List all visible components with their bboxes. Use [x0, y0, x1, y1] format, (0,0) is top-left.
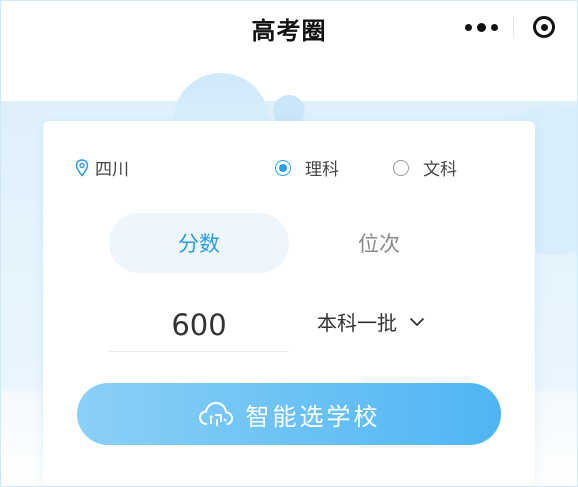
- radio-science-label: 理科: [305, 160, 339, 180]
- cloud-icon: [198, 401, 233, 426]
- map-pin-icon: [75, 158, 89, 177]
- radio-unchecked-icon: [393, 159, 409, 176]
- radio-arts-label: 文科: [423, 160, 457, 180]
- province-selector[interactable]: 四川: [75, 155, 129, 180]
- tab-score[interactable]: 分数: [109, 213, 289, 273]
- radio-checked-icon: [275, 159, 291, 176]
- chevron-down-icon: [409, 317, 425, 326]
- capsule-divider: [513, 17, 514, 37]
- province-label: 四川: [95, 160, 129, 180]
- score-value: 600: [171, 308, 227, 342]
- more-dots-icon[interactable]: [453, 9, 509, 45]
- score-input[interactable]: 600: [109, 299, 289, 352]
- batch-value: 本科一批: [317, 311, 397, 335]
- app-frame: 高考圈 四川 理科 文科 分数 位次 600 本科一批 智能选学校: [0, 0, 578, 487]
- search-card: 四川 理科 文科 分数 位次 600 本科一批 智能选学校: [43, 121, 535, 486]
- miniprogram-close-icon[interactable]: [521, 9, 567, 45]
- smart-select-label: 智能选学校: [245, 402, 381, 431]
- radio-science[interactable]: 理科: [275, 155, 339, 180]
- batch-dropdown[interactable]: 本科一批: [317, 307, 425, 336]
- tab-score-label: 分数: [178, 232, 220, 256]
- title-bar: 高考圈: [1, 1, 577, 57]
- tab-rank-label: 位次: [358, 232, 400, 256]
- tab-rank[interactable]: 位次: [289, 213, 469, 273]
- radio-arts[interactable]: 文科: [393, 155, 457, 180]
- smart-select-button[interactable]: 智能选学校: [77, 383, 501, 445]
- capsule-menu: [453, 9, 569, 45]
